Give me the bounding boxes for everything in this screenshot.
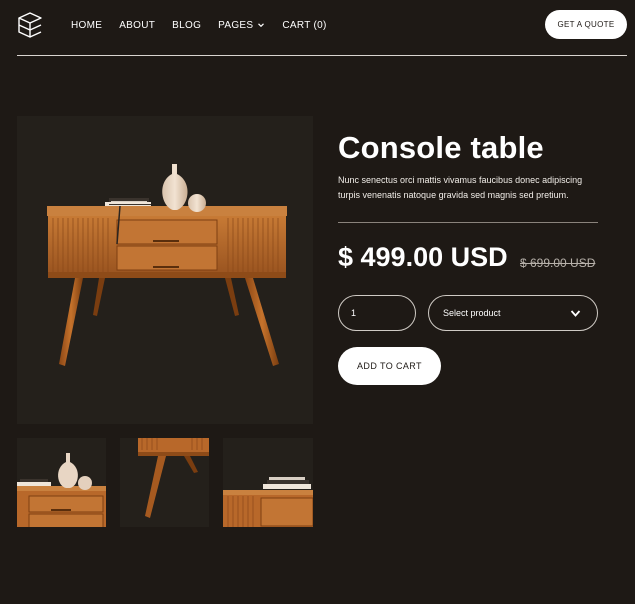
console-table-leg-detail (138, 438, 209, 518)
product-old-price: $ 699.00 USD (520, 256, 596, 270)
console-table-right-detail (223, 477, 313, 527)
console-table-left-detail (17, 453, 106, 527)
chevron-down-icon (258, 23, 265, 28)
product-title: Console table (338, 130, 544, 165)
nav-pages[interactable]: PAGES (218, 18, 265, 32)
site-header: HOME ABOUT BLOG PAGES CART (0) GET A QUO… (0, 0, 635, 56)
product-price: $ 499.00 USD (338, 242, 508, 272)
nav-home[interactable]: HOME (71, 18, 102, 32)
main-nav: HOME ABOUT BLOG PAGES CART (0) (71, 18, 344, 32)
product-select[interactable]: Select product (428, 295, 598, 331)
product-description: Nunc senectus orci mattis vivamus faucib… (338, 175, 583, 200)
stacked-layers-logo-icon[interactable] (17, 11, 43, 39)
nav-about[interactable]: ABOUT (119, 18, 155, 32)
add-to-cart-button[interactable]: ADD TO CART (338, 347, 441, 385)
product-thumbnail-2[interactable] (120, 438, 209, 527)
product-main-image (17, 116, 313, 424)
product-thumbnail-3[interactable] (223, 438, 313, 527)
nav-cart[interactable]: CART (0) (282, 18, 326, 32)
product-thumbnail-1[interactable] (17, 438, 106, 527)
chevron-down-icon (570, 310, 581, 317)
console-table-illustration (47, 164, 287, 366)
product-select-label: Select product (443, 308, 501, 318)
quantity-input[interactable]: 1 (338, 295, 416, 331)
header-divider (17, 55, 627, 56)
get-a-quote-button[interactable]: GET A QUOTE (545, 10, 627, 39)
info-divider (338, 222, 598, 223)
nav-pages-label: PAGES (218, 19, 254, 31)
nav-blog[interactable]: BLOG (172, 18, 201, 32)
